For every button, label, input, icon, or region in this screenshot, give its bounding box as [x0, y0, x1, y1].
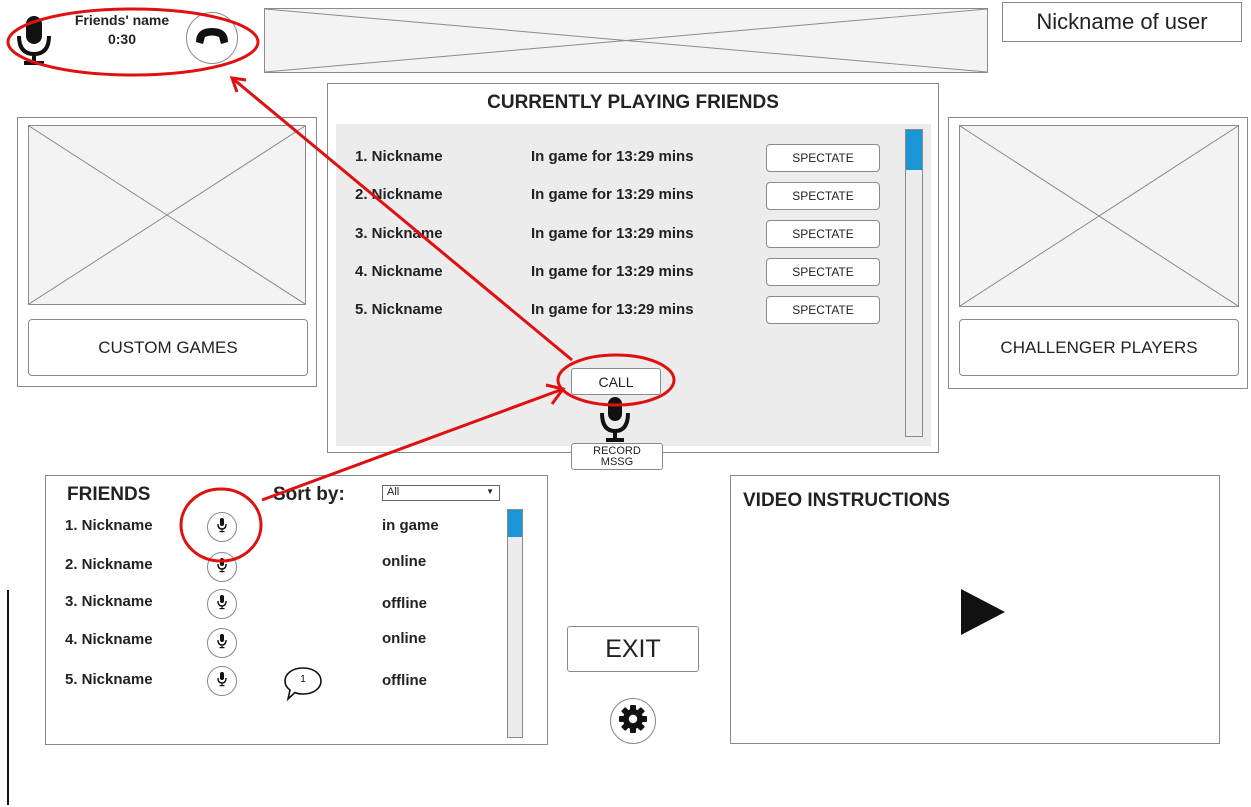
- challenger-players-button[interactable]: CHALLENGER PLAYERS: [959, 319, 1239, 376]
- gear-icon: [618, 704, 648, 739]
- microphone-icon: [216, 594, 228, 615]
- playing-name: 1. Nickname: [355, 148, 443, 165]
- spectate-label: SPECTATE: [792, 227, 854, 241]
- video-instructions-title: VIDEO INSTRUCTIONS: [743, 490, 950, 511]
- microphone-icon[interactable]: [598, 395, 632, 443]
- playing-name: 2. Nickname: [355, 186, 443, 203]
- custom-games-image-placeholder: [28, 125, 306, 305]
- custom-games-button[interactable]: CUSTOM GAMES: [28, 319, 308, 376]
- call-widget: Friends' name 0:30: [0, 0, 250, 70]
- friend-status: offline: [382, 672, 427, 689]
- voice-message-button[interactable]: [207, 666, 237, 696]
- voice-message-button[interactable]: [207, 628, 237, 658]
- friend-name: 1. Nickname: [65, 517, 153, 534]
- sort-select[interactable]: All ▼: [382, 485, 500, 501]
- spectate-label: SPECTATE: [792, 151, 854, 165]
- phone-hangup-icon: [193, 24, 231, 53]
- currently-playing-panel: CURRENTLY PLAYING FRIENDS 1. Nickname In…: [327, 83, 939, 453]
- page-edge-divider: [7, 590, 9, 805]
- exit-label: EXIT: [605, 634, 661, 663]
- hangup-button[interactable]: [186, 12, 238, 64]
- friends-scroll-thumb[interactable]: [508, 510, 522, 538]
- custom-games-label: CUSTOM GAMES: [98, 337, 238, 357]
- playing-name: 3. Nickname: [355, 225, 443, 242]
- challenger-players-label: CHALLENGER PLAYERS: [1000, 337, 1198, 357]
- friends-title: FRIENDS: [67, 484, 151, 505]
- friend-status: online: [382, 630, 427, 647]
- sort-label: Sort by:: [273, 484, 345, 505]
- record-message-button[interactable]: RECORD MSSG: [571, 443, 663, 470]
- voice-message-button[interactable]: [207, 589, 237, 619]
- friend-name: 4. Nickname: [65, 631, 153, 648]
- user-nickname-box[interactable]: Nickname of user: [1002, 2, 1242, 42]
- microphone-icon: [216, 517, 228, 538]
- playing-status: In game for 13:29 mins: [531, 186, 694, 203]
- friend-status: offline: [382, 595, 427, 612]
- playing-status: In game for 13:29 mins: [531, 263, 694, 280]
- spectate-button[interactable]: SPECTATE: [766, 144, 880, 172]
- chevron-down-icon: ▼: [486, 487, 494, 496]
- call-duration: 0:30: [107, 31, 137, 47]
- settings-button[interactable]: [610, 698, 656, 744]
- record-label-line-1: RECORD: [593, 444, 641, 457]
- call-button[interactable]: CALL: [571, 368, 661, 395]
- playing-name: 5. Nickname: [355, 301, 443, 318]
- friends-panel: FRIENDS Sort by: All ▼ 1. Nickname in ga…: [45, 475, 548, 745]
- challenger-image-placeholder: [959, 125, 1239, 307]
- spectate-label: SPECTATE: [792, 265, 854, 279]
- spectate-button[interactable]: SPECTATE: [766, 258, 880, 286]
- voice-message-button[interactable]: [207, 552, 237, 582]
- custom-games-card: CUSTOM GAMES: [17, 117, 317, 387]
- sort-select-value: All: [387, 486, 400, 498]
- friend-status: online: [382, 553, 427, 570]
- friend-name: 5. Nickname: [65, 671, 153, 688]
- call-friend-name: Friends' name: [74, 12, 170, 28]
- spectate-button[interactable]: SPECTATE: [766, 220, 880, 248]
- play-icon[interactable]: [961, 589, 1005, 635]
- currently-playing-title: CURRENTLY PLAYING FRIENDS: [487, 92, 779, 113]
- chat-bubble-icon[interactable]: 1: [281, 663, 325, 705]
- playing-status: In game for 13:29 mins: [531, 148, 694, 165]
- microphone-icon: [216, 557, 228, 578]
- currently-playing-scrollbar[interactable]: [905, 129, 923, 437]
- friend-name: 3. Nickname: [65, 593, 153, 610]
- friend-status: in game: [382, 517, 439, 534]
- playing-status: In game for 13:29 mins: [531, 225, 694, 242]
- friend-name: 2. Nickname: [65, 556, 153, 573]
- currently-playing-scroll-thumb[interactable]: [906, 130, 922, 170]
- user-nickname: Nickname of user: [1036, 9, 1208, 34]
- spectate-button[interactable]: SPECTATE: [766, 296, 880, 324]
- video-instructions-panel: VIDEO INSTRUCTIONS: [730, 475, 1220, 744]
- challenger-players-card: CHALLENGER PLAYERS: [948, 117, 1248, 389]
- playing-status: In game for 13:29 mins: [531, 301, 694, 318]
- friends-scrollbar[interactable]: [507, 509, 523, 738]
- spectate-button[interactable]: SPECTATE: [766, 182, 880, 210]
- unread-count: 1: [300, 674, 306, 685]
- exit-button[interactable]: EXIT: [567, 626, 699, 672]
- microphone-icon: [14, 14, 54, 66]
- record-label-line-2: MSSG: [600, 455, 634, 468]
- voice-message-button[interactable]: [207, 512, 237, 542]
- microphone-icon: [216, 633, 228, 654]
- playing-name: 4. Nickname: [355, 263, 443, 280]
- spectate-label: SPECTATE: [792, 189, 854, 203]
- banner-image-placeholder: [264, 8, 988, 73]
- annotation-arrowhead-widget: [229, 76, 247, 93]
- spectate-label: SPECTATE: [792, 303, 854, 317]
- call-label: CALL: [598, 373, 634, 390]
- microphone-icon: [216, 671, 228, 692]
